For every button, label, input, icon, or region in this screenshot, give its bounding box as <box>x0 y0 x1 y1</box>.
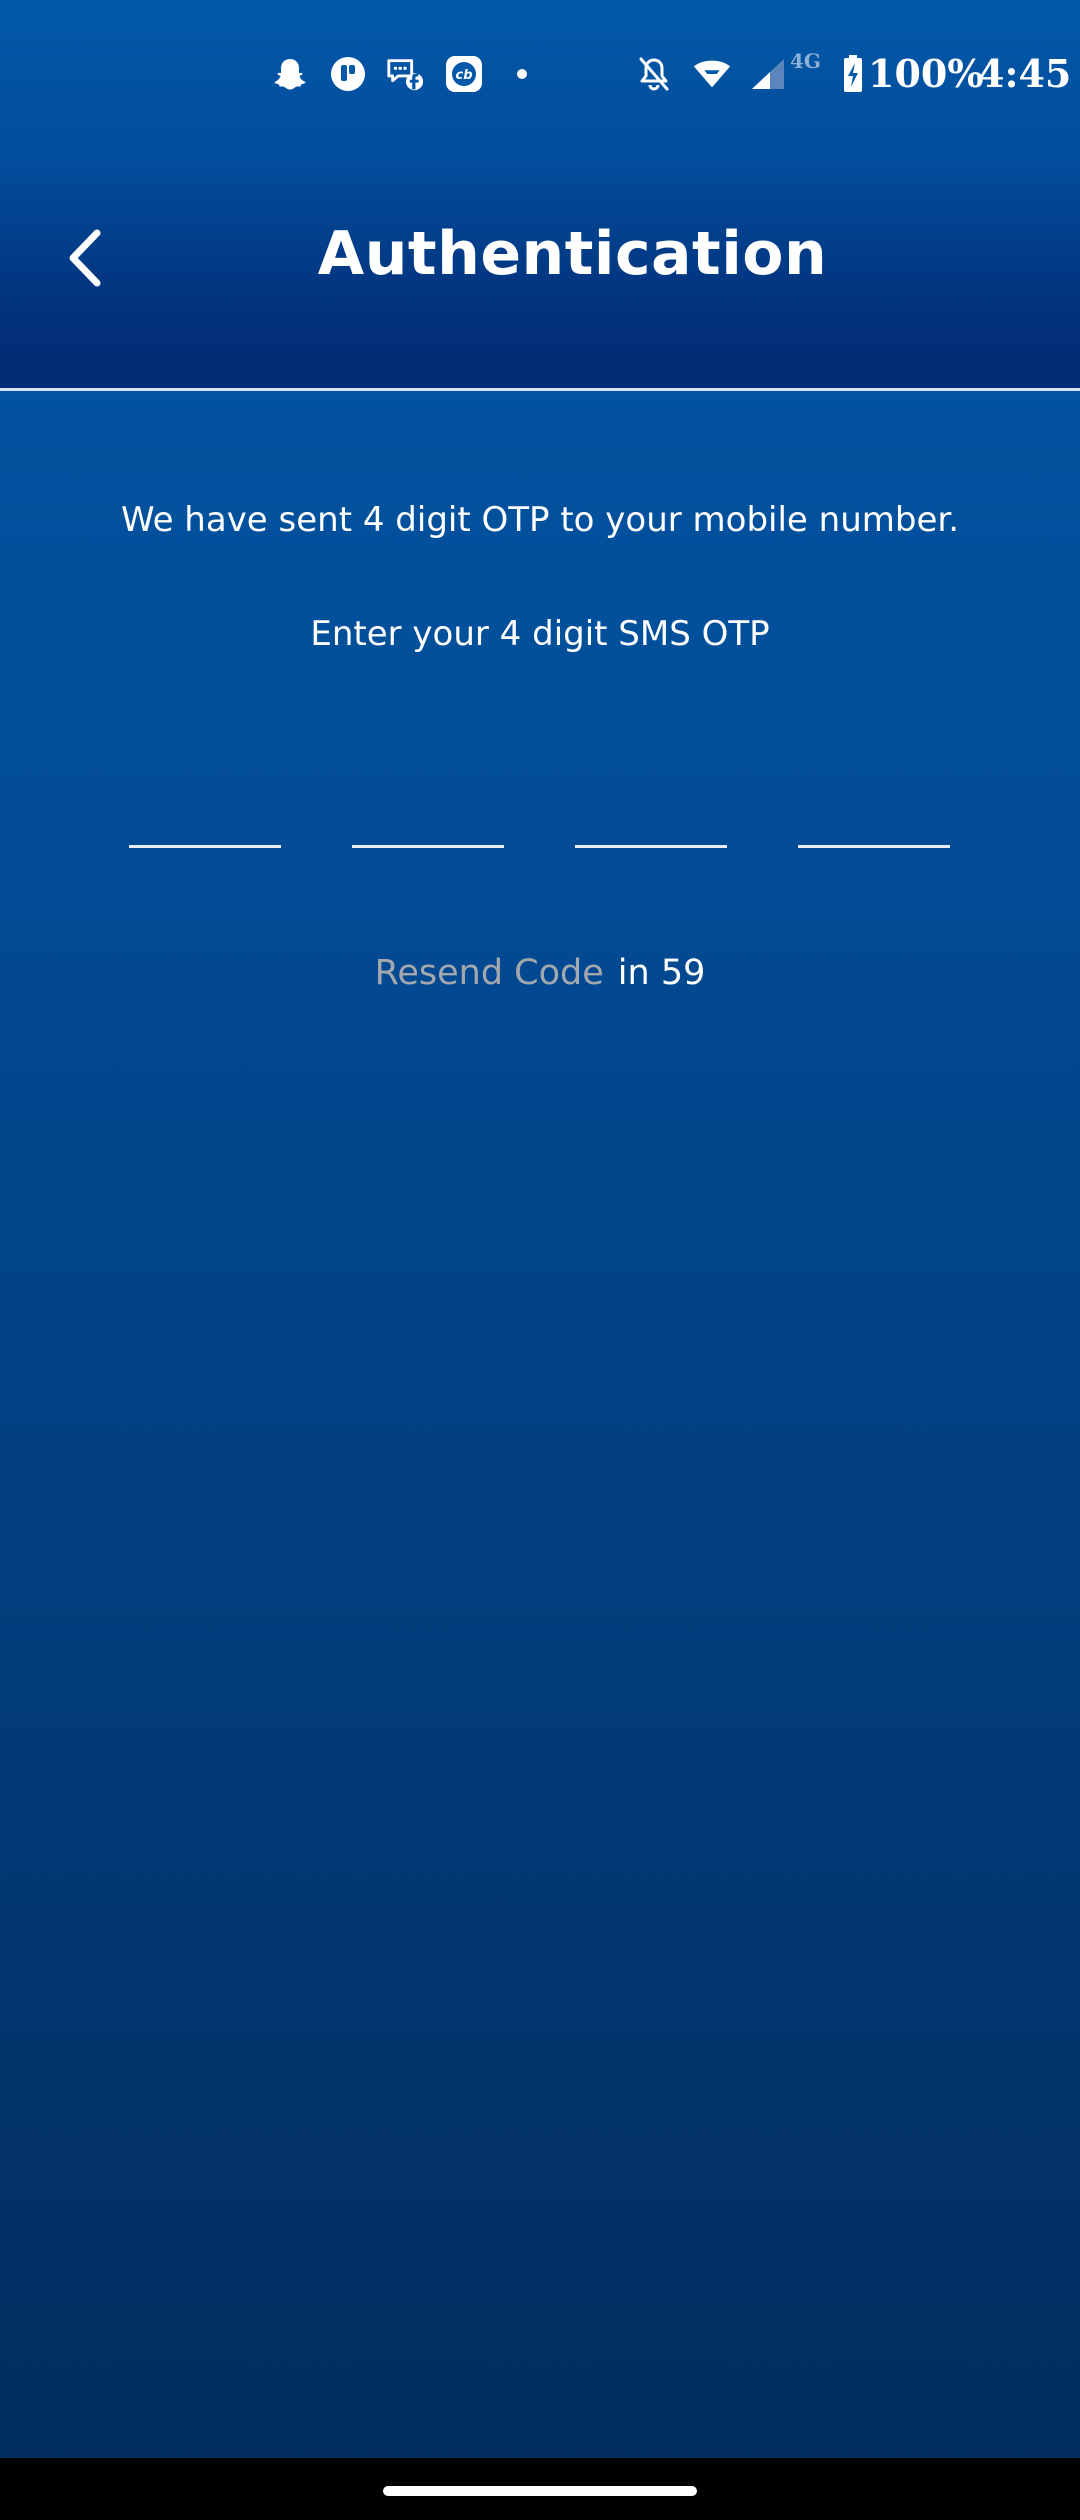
otp-sent-message: We have sent 4 digit OTP to your mobile … <box>120 500 960 540</box>
otp-digit-3[interactable] <box>575 770 727 848</box>
otp-prompt: Enter your 4 digit SMS OTP <box>310 614 770 654</box>
header-divider <box>0 388 1080 391</box>
svg-text:cb: cb <box>455 68 472 83</box>
home-gesture-handle[interactable] <box>383 2486 697 2496</box>
resend-code-button[interactable]: Resend Code <box>375 953 604 993</box>
cb-app-icon: cb <box>444 54 484 94</box>
resend-countdown: in 59 <box>617 953 706 993</box>
page-title: Authentication <box>317 219 828 289</box>
otp-digit-2[interactable] <box>352 770 504 848</box>
signal-icon <box>748 54 788 94</box>
battery-percentage: 100% <box>868 51 984 96</box>
battery-icon <box>840 54 866 94</box>
status-bar: cb 4G 100% 4:45 <box>0 0 1080 140</box>
clock-time: 4:45 <box>978 51 1072 96</box>
resend-row: Resend Code in 59 <box>0 945 1080 1001</box>
messenger-icon <box>385 54 425 94</box>
wifi-icon <box>692 54 732 94</box>
otp-digit-4[interactable] <box>798 770 950 848</box>
mute-icon <box>634 54 674 94</box>
t-app-icon <box>328 54 368 94</box>
navigation-bar <box>0 2458 1080 2520</box>
network-type-label: 4G <box>790 49 821 73</box>
dot-icon <box>502 54 542 94</box>
snapchat-icon <box>270 54 310 94</box>
otp-digit-1[interactable] <box>129 770 281 848</box>
